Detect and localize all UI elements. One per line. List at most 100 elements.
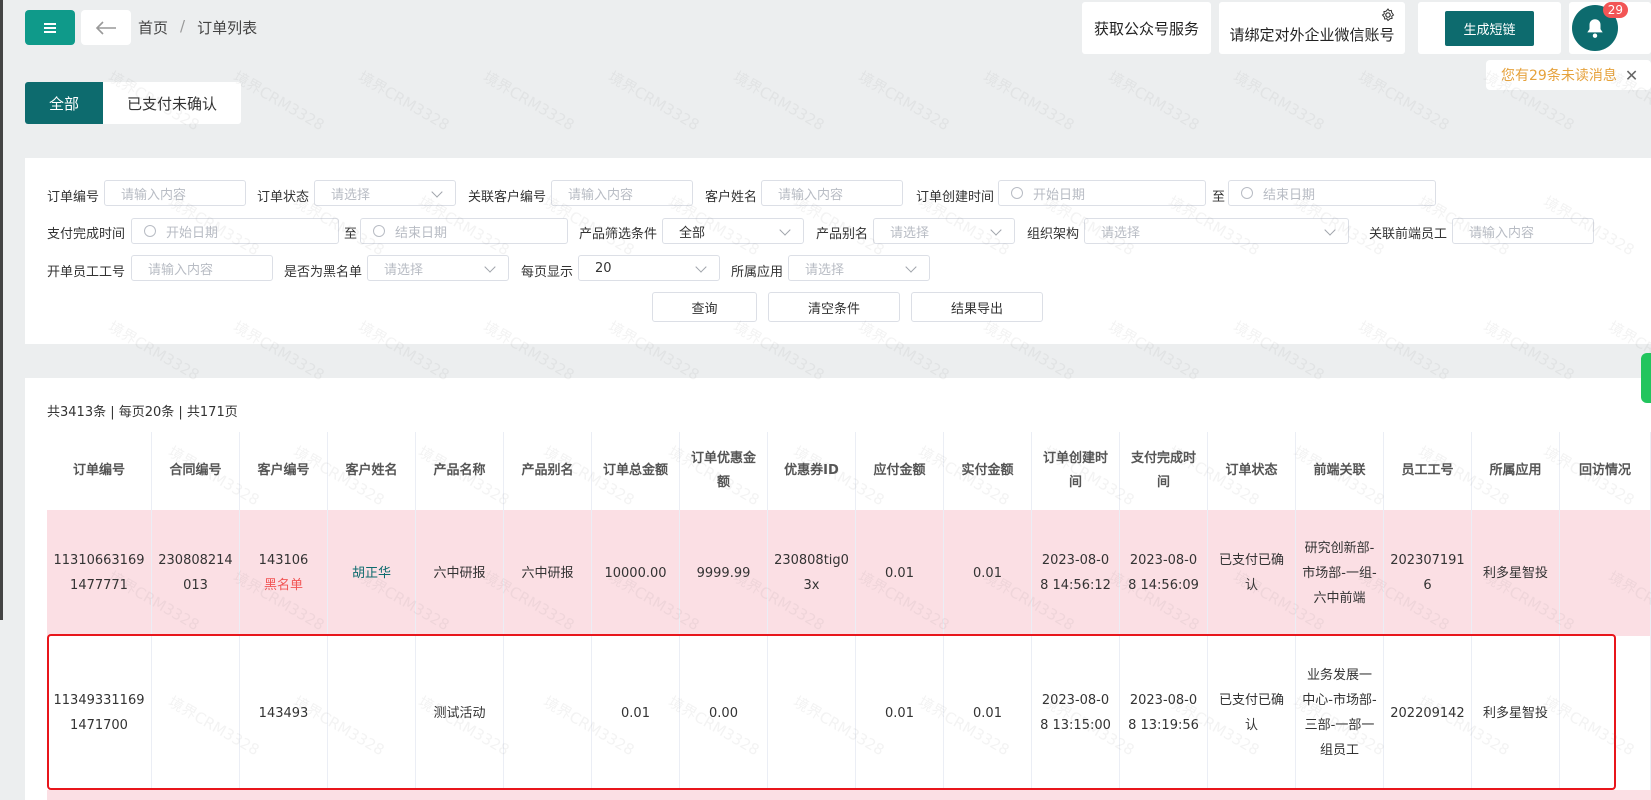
watermark-text: 境界CRM3328	[1230, 67, 1328, 135]
selection-highlight	[47, 634, 1616, 790]
pay-time-start-input[interactable]: 开始日期	[131, 218, 339, 244]
column-header-order-discount: 订单优惠金额	[680, 432, 768, 510]
customer-name-text[interactable]: 胡正华	[352, 561, 391, 586]
blacklist-select[interactable]: 请选择	[367, 255, 509, 281]
cell-customer-name[interactable]: 胡正华	[328, 510, 416, 636]
order-no-input[interactable]: 请输入内容	[104, 180, 246, 206]
public-account-button[interactable]: 获取公众号服务	[1082, 2, 1211, 54]
column-header-create-time: 订单创建时间	[1032, 432, 1120, 510]
create-time-start-input[interactable]: 开始日期	[998, 180, 1206, 206]
column-header-frontend-link: 前端关联	[1296, 432, 1384, 510]
coupon-id-text: 230808tig03x	[774, 553, 849, 593]
close-icon[interactable]: ✕	[1625, 66, 1638, 85]
clock-icon	[144, 225, 156, 237]
order-no-text: 113106631691477771	[53, 553, 145, 593]
column-header-payable-amount: 应付金额	[856, 432, 944, 510]
page-size-label: 每页显示	[521, 265, 574, 280]
product-alias-label: 产品别名	[816, 227, 869, 242]
column-header-paid-amount: 实付金额	[944, 432, 1032, 510]
cell-customer-no: 143106 黑名单	[240, 510, 328, 636]
window-edge	[0, 0, 3, 620]
create-time-end-input[interactable]: 结束日期	[1228, 180, 1436, 206]
column-header-customer-no: 客户编号	[240, 432, 328, 510]
cell-staff-no: 2023071916	[1384, 510, 1472, 636]
watermark-text: 境界CRM3328	[855, 67, 953, 135]
page-size-select[interactable]: 20	[578, 255, 720, 281]
cell-order-discount: 9999.99	[680, 510, 768, 636]
customer-no-input[interactable]: 请输入内容	[551, 180, 693, 206]
watermark-text: 境界CRM3328	[480, 67, 578, 135]
cell-order-total: 10000.00	[592, 510, 680, 636]
cell-paid-amount: 0.01	[944, 510, 1032, 636]
cell-coupon-id: 230808tig03x	[768, 510, 856, 636]
menu-toggle-button[interactable]	[25, 10, 75, 45]
export-button[interactable]: 结果导出	[911, 292, 1043, 322]
back-button[interactable]	[81, 10, 131, 45]
order-no-label: 订单编号	[47, 190, 100, 205]
hamburger-icon	[44, 22, 56, 33]
order-status-label: 订单状态	[257, 190, 310, 205]
side-drawer-tab[interactable]	[1641, 353, 1651, 403]
short-link-card: 生成短链	[1418, 2, 1561, 54]
customer-name-input[interactable]: 请输入内容	[761, 180, 903, 206]
cell-pay-complete-time: 2023-08-08 14:56:09	[1120, 510, 1208, 636]
column-header-customer-name: 客户姓名	[328, 432, 416, 510]
frontend-staff-label: 关联前端员工	[1369, 227, 1448, 242]
column-header-staff-no: 员工工号	[1384, 432, 1472, 510]
frontend-staff-input[interactable]: 请输入内容	[1452, 218, 1594, 244]
column-header-product-alias: 产品别名	[504, 432, 592, 510]
tab-all[interactable]: 全部	[25, 82, 104, 124]
clock-icon	[1011, 187, 1023, 199]
product-name-text: 六中研报	[433, 565, 486, 581]
column-header-coupon-id: 优惠券ID	[768, 432, 856, 510]
cell-create-time: 2023-08-08 14:56:12	[1032, 510, 1120, 636]
unread-toast-text: 您有29条未读消息	[1501, 68, 1617, 84]
pay-time-end-input[interactable]: 结束日期	[360, 218, 568, 244]
clear-filters-button[interactable]: 清空条件	[768, 292, 900, 322]
org-label: 组织架构	[1027, 227, 1080, 242]
cell-visit-status	[1560, 510, 1651, 636]
column-header-order-no: 订单编号	[47, 432, 152, 510]
watermark-text: 境界CRM3328	[730, 67, 828, 135]
table-row[interactable]	[47, 790, 1651, 800]
order-status-select[interactable]: 请选择	[314, 180, 456, 206]
order-status-text: 已支付已确认	[1218, 553, 1284, 593]
product-alias-select[interactable]: 请选择	[873, 218, 1015, 244]
create-time-to: 至	[1212, 190, 1226, 205]
product-filter-select[interactable]: 全部	[662, 218, 804, 244]
contract-no-text: 230808214013	[158, 553, 233, 593]
query-button[interactable]: 查询	[652, 292, 757, 322]
pay-time-to: 至	[344, 227, 358, 242]
order-total-text: 10000.00	[604, 565, 667, 581]
watermark-text: 境界CRM3328	[355, 67, 453, 135]
create-time-text: 2023-08-08 14:56:12	[1040, 553, 1111, 593]
staff-no-label: 开单员工工号	[47, 265, 126, 280]
short-link-button[interactable]: 生成短链	[1445, 10, 1534, 46]
watermark-text: 境界CRM3328	[1355, 67, 1453, 135]
staff-no-input[interactable]: 请输入内容	[131, 255, 273, 281]
cell-app: 利多星智投	[1472, 510, 1560, 636]
blacklist-tag: 黑名单	[263, 578, 303, 593]
notification-bell-button[interactable]: 29	[1572, 2, 1628, 51]
public-account-label: 获取公众号服务	[1093, 19, 1199, 38]
clock-icon	[1241, 187, 1253, 199]
pay-complete-time-text: 2023-08-08 14:56:09	[1128, 553, 1199, 593]
org-select[interactable]: 请选择	[1084, 218, 1349, 244]
breadcrumb-separator: /	[180, 17, 186, 35]
watermark-text: 境界CRM3328	[230, 67, 328, 135]
cell-payable-amount: 0.01	[856, 510, 944, 636]
bind-wecom-button[interactable]: 请绑定对外企业微信账号	[1219, 2, 1405, 54]
cell-product-name: 六中研报	[416, 510, 504, 636]
bind-wecom-label: 请绑定对外企业微信账号	[1229, 25, 1395, 44]
app-select[interactable]: 请选择	[788, 255, 930, 281]
app-text: 利多星智投	[1482, 565, 1548, 581]
unread-toast[interactable]: 您有29条未读消息 ✕	[1486, 60, 1651, 90]
column-header-pay-complete-time: 支付完成时间	[1120, 432, 1208, 510]
tab-paid-unconfirmed[interactable]: 已支付未确认	[103, 82, 241, 124]
column-header-order-status: 订单状态	[1208, 432, 1296, 510]
bell-icon	[1587, 19, 1603, 38]
breadcrumb-home[interactable]: 首页	[138, 17, 168, 38]
tab-bar: 全部 已支付未确认	[25, 82, 242, 124]
cell-order-no: 113106631691477771	[47, 510, 152, 636]
column-header-visit-status: 回访情况	[1560, 432, 1651, 510]
